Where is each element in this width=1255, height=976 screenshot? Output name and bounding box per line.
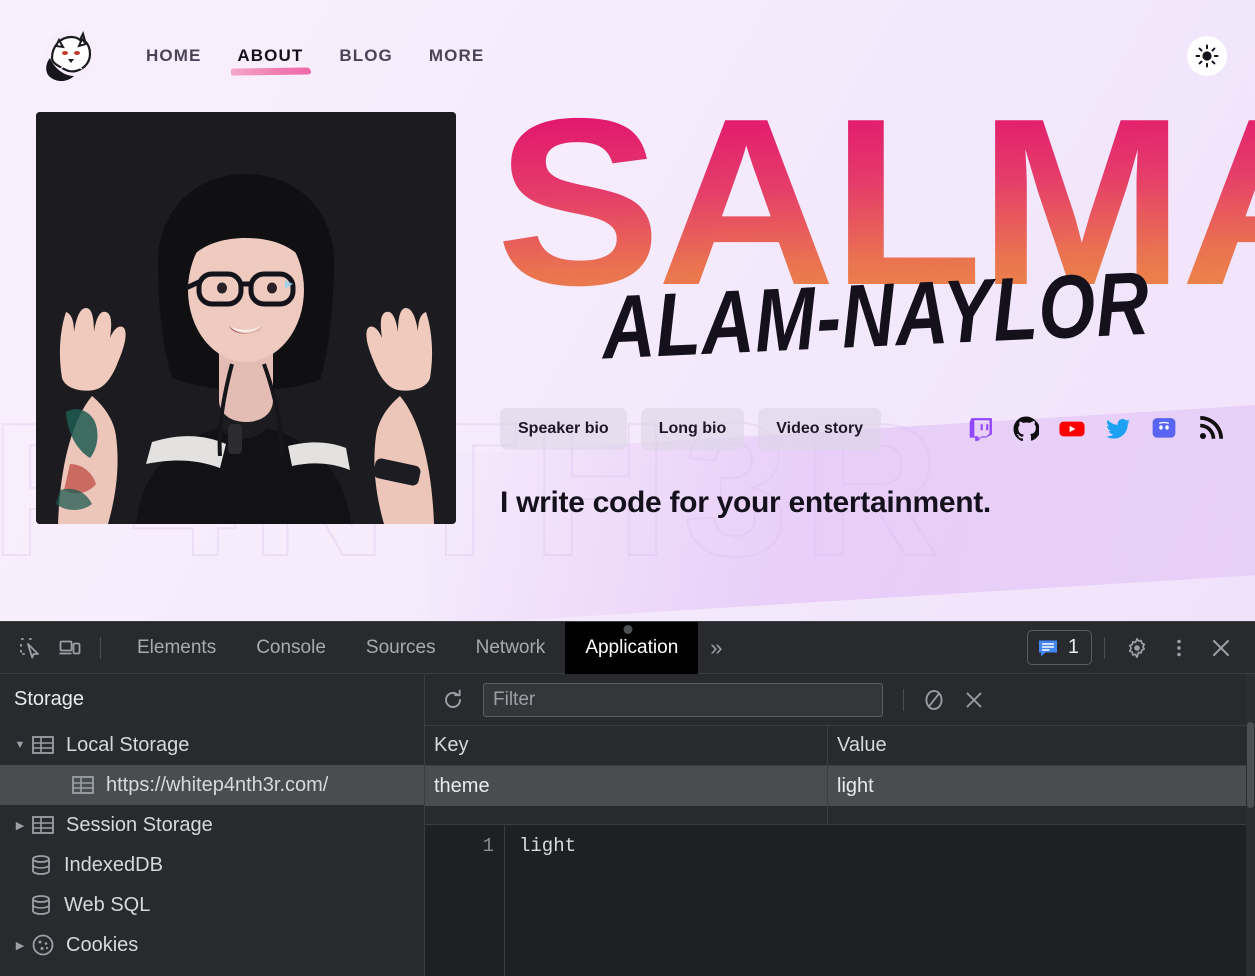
- refresh-icon: [441, 688, 465, 712]
- storage-filter-bar: [425, 674, 1255, 726]
- table-row[interactable]: theme light: [425, 766, 1255, 806]
- database-icon: [28, 892, 54, 918]
- inspect-element-icon: [18, 636, 42, 660]
- gear-icon: [1125, 636, 1149, 660]
- site-navbar: HOME ABOUT BLOG MORE: [0, 0, 1255, 112]
- cell-key: theme: [425, 766, 828, 806]
- hero-name: SALMA ALAM-NAYLOR: [484, 90, 1227, 400]
- table-header-row: Key Value: [425, 726, 1255, 766]
- close-devtools-button[interactable]: [1201, 628, 1241, 668]
- panther-logo-icon[interactable]: [42, 28, 98, 84]
- hero-content: SALMA ALAM-NAYLOR Speaker bio Long bio V…: [456, 112, 1227, 524]
- inspect-element-button[interactable]: [10, 628, 50, 668]
- table-icon: [70, 772, 96, 798]
- sidebar-item-cookies[interactable]: ▶ Cookies: [0, 925, 424, 965]
- preview-content[interactable]: light: [505, 825, 1255, 976]
- sidebar-item-label: Cookies: [66, 934, 138, 957]
- value-preview-pane: 1 light: [425, 824, 1255, 976]
- filter-divider: [903, 689, 904, 711]
- twisty-closed-icon[interactable]: ▶: [10, 815, 30, 835]
- device-toolbar-icon: [58, 636, 82, 660]
- storage-key-value-table: Key Value theme light: [425, 726, 1255, 824]
- speaker-bio-button[interactable]: Speaker bio: [500, 408, 627, 450]
- devtools-panel: Elements Console Sources Network Applica…: [0, 621, 1255, 976]
- column-header-key[interactable]: Key: [425, 726, 828, 765]
- refresh-button[interactable]: [433, 680, 473, 720]
- delete-selected-button[interactable]: [954, 680, 994, 720]
- sidebar-title: Storage: [0, 674, 424, 725]
- line-number-gutter: 1: [425, 825, 505, 976]
- social-links: [967, 416, 1223, 442]
- nav-link-blog[interactable]: BLOG: [339, 44, 393, 68]
- storage-main-panel: Key Value theme light 1 light: [425, 674, 1255, 976]
- tab-network[interactable]: Network: [456, 622, 566, 674]
- nav-link-more[interactable]: MORE: [429, 44, 484, 68]
- twitter-icon[interactable]: [1105, 416, 1131, 442]
- twitch-icon[interactable]: [967, 416, 993, 442]
- scrollbar-thumb[interactable]: [1247, 722, 1254, 808]
- filter-input[interactable]: [483, 683, 883, 717]
- devtools-scrollbar[interactable]: [1246, 674, 1255, 976]
- sidebar-item-label: Session Storage: [66, 814, 213, 837]
- devtools-resize-handle[interactable]: [623, 625, 632, 634]
- message-count: 1: [1068, 636, 1079, 659]
- cell-value: light: [828, 766, 1255, 806]
- long-bio-button[interactable]: Long bio: [641, 408, 745, 450]
- console-message-icon: [1037, 637, 1059, 659]
- clear-all-button[interactable]: [914, 680, 954, 720]
- close-icon: [1209, 636, 1233, 660]
- sun-icon: [1194, 43, 1220, 69]
- table-empty-row[interactable]: [425, 806, 1255, 824]
- sidebar-item-local-storage[interactable]: ▼ Local Storage: [0, 725, 424, 765]
- sidebar-item-session-storage[interactable]: ▶ Session Storage: [0, 805, 424, 845]
- sidebar-item-label: Web SQL: [64, 894, 150, 917]
- empty-cell-value: [828, 806, 1255, 824]
- theme-toggle-button[interactable]: [1187, 36, 1227, 76]
- nav-link-about[interactable]: ABOUT: [237, 44, 303, 68]
- sidebar-item-web-sql[interactable]: Web SQL: [0, 885, 424, 925]
- bio-buttons-row: Speaker bio Long bio Video story: [484, 408, 1227, 450]
- sidebar-item-origin[interactable]: https://whitep4nth3r.com/: [0, 765, 424, 805]
- twisty-open-icon[interactable]: ▼: [10, 735, 30, 755]
- nav-link-home[interactable]: HOME: [146, 44, 201, 68]
- devtools-body: Storage ▼ Local Storage https://whitep4n…: [0, 674, 1255, 976]
- twisty-closed-icon[interactable]: ▶: [10, 935, 30, 955]
- tab-elements[interactable]: Elements: [117, 622, 236, 674]
- toolbar-right-group: 1: [1027, 628, 1241, 668]
- nav-links: HOME ABOUT BLOG MORE: [146, 44, 484, 68]
- tab-console[interactable]: Console: [236, 622, 346, 674]
- video-story-button[interactable]: Video story: [758, 408, 881, 450]
- sidebar-item-label: https://whitep4nth3r.com/: [106, 774, 328, 797]
- storage-sidebar: Storage ▼ Local Storage https://whitep4n…: [0, 674, 425, 976]
- more-tabs-button[interactable]: »: [698, 622, 734, 674]
- youtube-icon[interactable]: [1059, 416, 1085, 442]
- tab-sources[interactable]: Sources: [346, 622, 456, 674]
- website-viewport: P4NTH3R HOME ABOUT BLOG MORE: [0, 0, 1255, 621]
- sidebar-item-indexeddb[interactable]: IndexedDB: [0, 845, 424, 885]
- column-header-value[interactable]: Value: [828, 726, 1255, 765]
- cookie-icon: [30, 932, 56, 958]
- more-options-button[interactable]: [1159, 628, 1199, 668]
- portrait-photo: [36, 112, 456, 524]
- github-icon[interactable]: [1013, 416, 1039, 442]
- empty-cell-key: [425, 806, 828, 824]
- console-messages-button[interactable]: 1: [1027, 630, 1092, 665]
- toolbar-divider: [100, 637, 101, 659]
- database-icon: [28, 852, 54, 878]
- toolbar-divider-right: [1104, 637, 1105, 659]
- settings-button[interactable]: [1117, 628, 1157, 668]
- delete-icon: [962, 688, 986, 712]
- clear-all-icon: [922, 688, 946, 712]
- devtools-tabs: Elements Console Sources Network Applica…: [117, 622, 735, 674]
- table-icon: [30, 812, 56, 838]
- table-icon: [30, 732, 56, 758]
- sidebar-item-label: Local Storage: [66, 734, 189, 757]
- rss-icon[interactable]: [1197, 416, 1223, 442]
- discord-icon[interactable]: [1151, 416, 1177, 442]
- hero-tagline: I write code for your entertainment.: [484, 486, 1227, 520]
- more-options-icon: [1168, 637, 1190, 659]
- hero-section: SALMA ALAM-NAYLOR Speaker bio Long bio V…: [0, 112, 1255, 524]
- device-toolbar-button[interactable]: [50, 628, 90, 668]
- sidebar-item-label: IndexedDB: [64, 854, 163, 877]
